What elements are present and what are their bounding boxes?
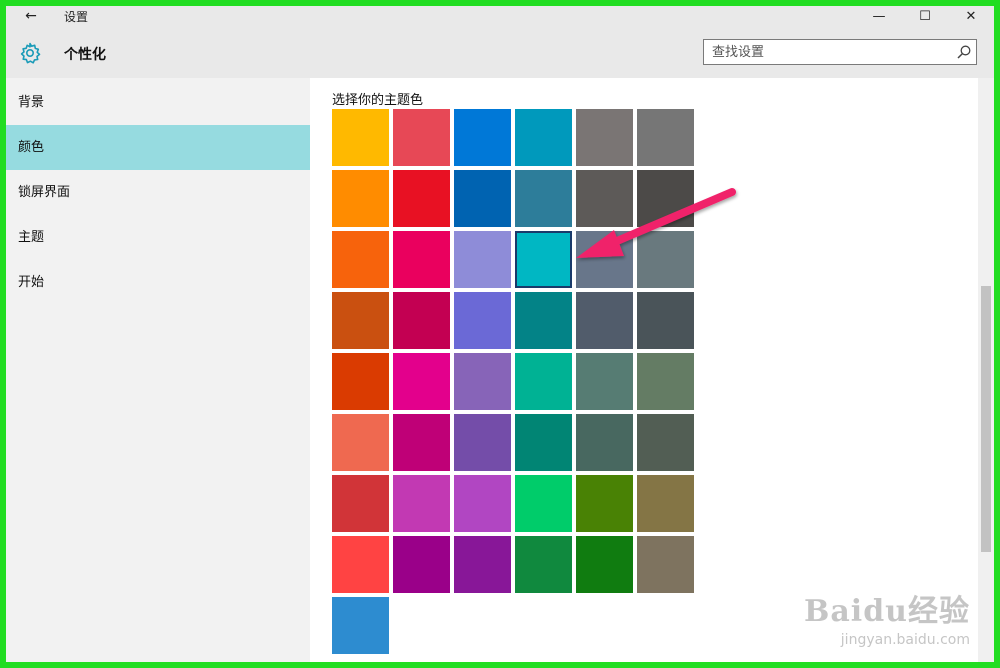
color-swatch[interactable]: [454, 353, 511, 410]
maximize-button[interactable]: ☐: [902, 6, 948, 26]
sidebar-item[interactable]: 颜色: [6, 125, 310, 170]
search-input[interactable]: [704, 40, 960, 64]
color-swatch[interactable]: [637, 414, 694, 471]
close-button[interactable]: ✕: [948, 6, 994, 26]
settings-window: ← 设置 — ☐ ✕ 个性化 背景颜色锁屏界面主题开始 选择你的主题色: [6, 6, 994, 662]
color-swatch[interactable]: [637, 231, 694, 288]
color-swatch[interactable]: [332, 353, 389, 410]
color-swatch[interactable]: [454, 292, 511, 349]
color-swatch[interactable]: [332, 536, 389, 593]
color-swatch[interactable]: [332, 231, 389, 288]
window-controls: — ☐ ✕: [856, 6, 994, 26]
color-swatch[interactable]: [515, 109, 572, 166]
color-swatch[interactable]: [393, 170, 450, 227]
color-swatch[interactable]: [637, 292, 694, 349]
color-swatch[interactable]: [393, 536, 450, 593]
color-swatch[interactable]: [576, 536, 633, 593]
color-swatch[interactable]: [454, 109, 511, 166]
sidebar: 背景 颜色 锁屏界面 主题 开始: [6, 78, 310, 662]
color-swatch[interactable]: [332, 292, 389, 349]
color-swatch[interactable]: [393, 292, 450, 349]
color-swatch[interactable]: [454, 231, 511, 288]
app-title: 设置: [64, 10, 89, 24]
main-content: 选择你的主题色: [310, 78, 994, 662]
color-swatch[interactable]: [637, 109, 694, 166]
color-swatch[interactable]: [454, 170, 511, 227]
color-swatch[interactable]: [515, 536, 572, 593]
watermark-brand: Baidu经验: [804, 594, 970, 629]
accent-color-grid: [332, 109, 694, 654]
title-bar: ← 设置 — ☐ ✕ 个性化: [6, 6, 994, 78]
sidebar-item[interactable]: 背景: [6, 80, 310, 125]
color-swatch[interactable]: [332, 170, 389, 227]
color-swatch[interactable]: [332, 475, 389, 532]
color-swatch[interactable]: [515, 414, 572, 471]
sidebar-item[interactable]: 主题: [6, 215, 310, 260]
sidebar-item[interactable]: 锁屏界面: [6, 170, 310, 215]
color-swatch[interactable]: [515, 170, 572, 227]
color-swatch[interactable]: [515, 353, 572, 410]
scrollbar[interactable]: [978, 78, 994, 662]
sidebar-item[interactable]: 开始: [6, 260, 310, 305]
section-title: 选择你的主题色: [332, 93, 424, 108]
color-swatch[interactable]: [393, 414, 450, 471]
color-swatch[interactable]: [454, 536, 511, 593]
color-swatch[interactable]: [454, 414, 511, 471]
scroll-thumb[interactable]: [981, 286, 991, 552]
color-swatch[interactable]: [576, 292, 633, 349]
color-swatch[interactable]: [515, 292, 572, 349]
color-swatch[interactable]: [637, 353, 694, 410]
color-swatch[interactable]: [576, 109, 633, 166]
gear-icon: [20, 42, 41, 64]
color-swatch[interactable]: [576, 170, 633, 227]
watermark-url: jingyan.baidu.com: [840, 632, 970, 648]
color-swatch[interactable]: [515, 231, 572, 288]
color-swatch[interactable]: [576, 231, 633, 288]
color-swatch[interactable]: [393, 475, 450, 532]
back-button[interactable]: ←: [16, 6, 46, 26]
color-swatch[interactable]: [515, 475, 572, 532]
color-swatch[interactable]: [637, 536, 694, 593]
color-swatch[interactable]: [332, 109, 389, 166]
color-swatch[interactable]: [454, 475, 511, 532]
page-title: 个性化: [64, 47, 106, 63]
search-icon[interactable]: [956, 44, 972, 60]
minimize-button[interactable]: —: [856, 6, 902, 26]
color-swatch[interactable]: [393, 353, 450, 410]
color-swatch[interactable]: [332, 414, 389, 471]
search-box: [703, 39, 977, 65]
color-swatch[interactable]: [576, 475, 633, 532]
color-swatch[interactable]: [576, 353, 633, 410]
color-swatch[interactable]: [393, 231, 450, 288]
color-swatch[interactable]: [576, 414, 633, 471]
color-swatch[interactable]: [637, 475, 694, 532]
color-swatch[interactable]: [393, 109, 450, 166]
color-swatch[interactable]: [332, 597, 389, 654]
baidu-watermark: Baidu经验 jingyan.baidu.com: [804, 586, 970, 648]
color-swatch[interactable]: [637, 170, 694, 227]
